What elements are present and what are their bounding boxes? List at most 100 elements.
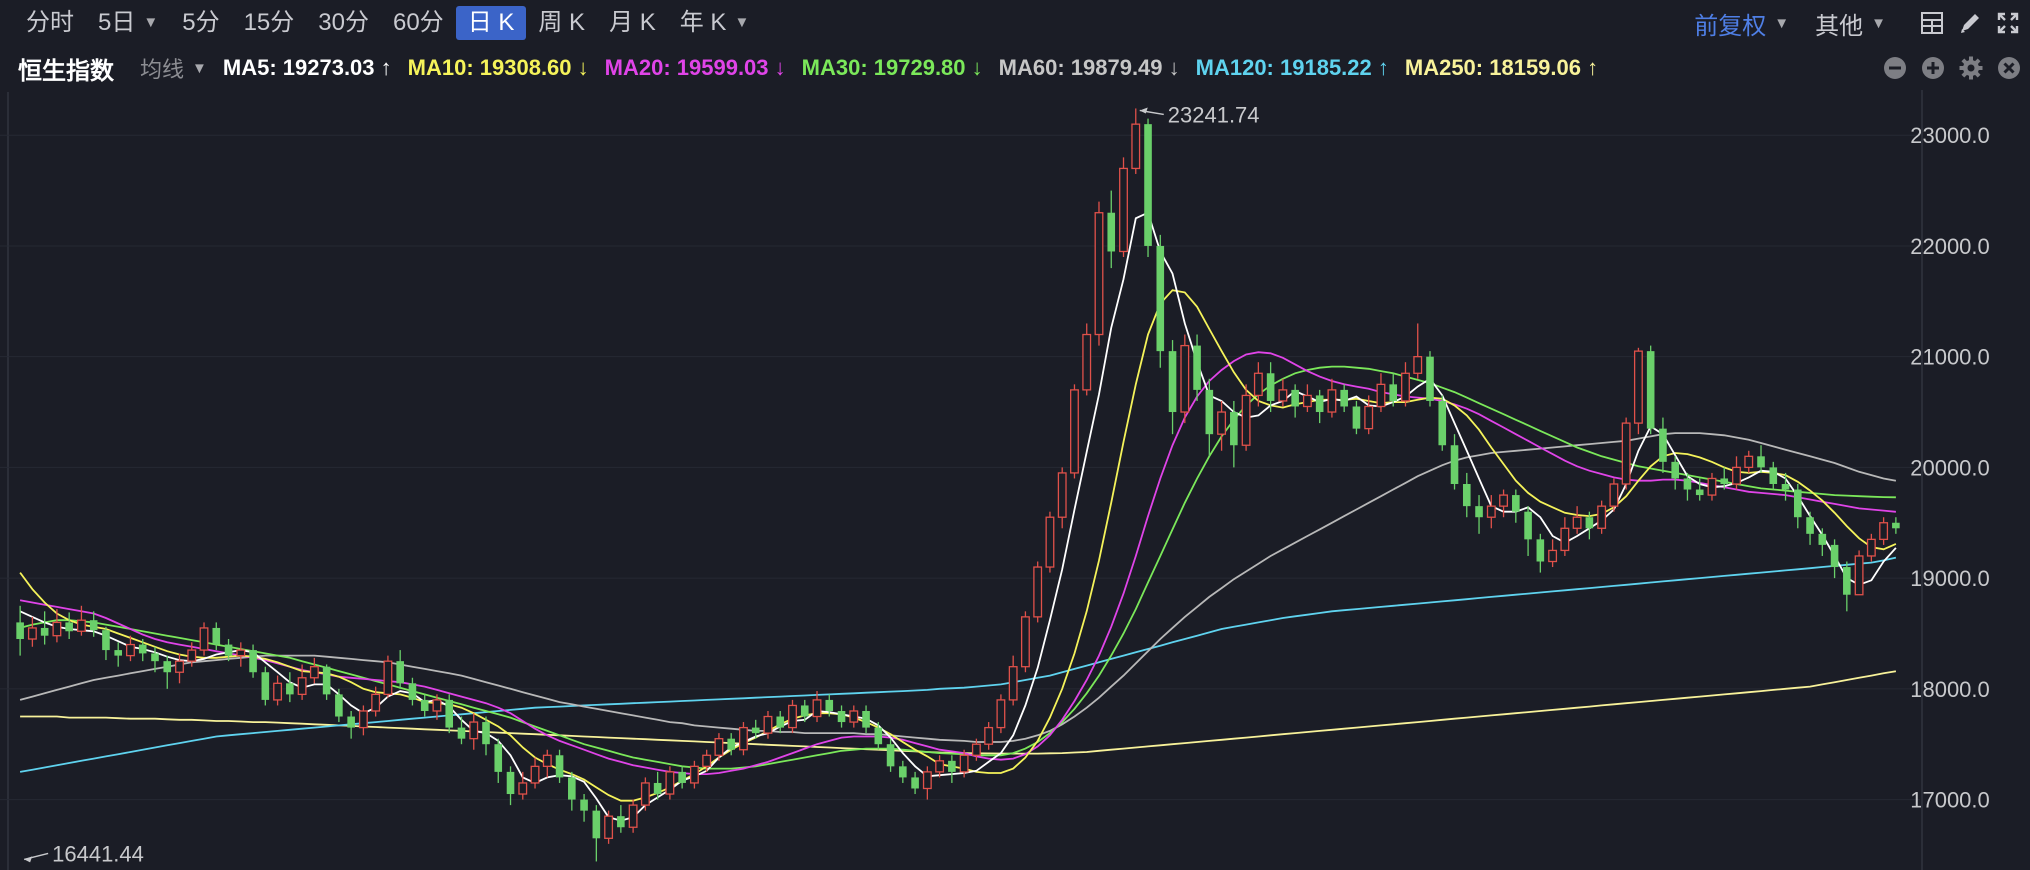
fullscreen-icon[interactable]: [1994, 9, 2022, 37]
candle-body-up: [76, 619, 86, 632]
candle-body-down: [1512, 495, 1520, 512]
candle-body-down: [1646, 351, 1655, 429]
candle-body-down: [837, 710, 846, 723]
candle-body-up: [518, 782, 528, 795]
ma-line-ma20: [19, 351, 1896, 775]
plus-circle-icon[interactable]: [1920, 55, 1946, 81]
candle-body-up: [1866, 538, 1876, 557]
candle-body-down: [751, 727, 760, 734]
candle-body-up: [996, 699, 1006, 729]
adjust-dropdown[interactable]: 前复权 ▼: [1694, 6, 1789, 41]
candle-body-down: [89, 620, 98, 631]
candle-body-down: [249, 650, 257, 673]
candle-body-down: [555, 755, 564, 778]
candle-body-up: [1732, 466, 1741, 485]
candle-body-down: [678, 771, 686, 783]
ma-value-5: MA120: 19185.22 ↑: [1195, 55, 1389, 80]
tab-period-1[interactable]: 5日 ▼: [86, 6, 170, 40]
chevron-down-icon: ▼: [1774, 14, 1790, 32]
candle-body-up: [971, 743, 981, 756]
candle-body-down: [506, 771, 515, 795]
candle-body-up: [1033, 566, 1043, 618]
chevron-down-icon: ▼: [192, 59, 207, 77]
indicator-controls: [1870, 48, 2022, 88]
candle-body-down: [1144, 124, 1152, 246]
candle-body-down: [396, 661, 404, 684]
candle-body-up: [1548, 549, 1558, 563]
tab-period-0[interactable]: 分时: [14, 6, 86, 40]
ma-value-6: MA250: 18159.06 ↑: [1404, 55, 1599, 80]
layout-grid-icon[interactable]: [1918, 9, 1946, 37]
candle-body-down: [1683, 478, 1692, 490]
candle-body-down: [899, 766, 907, 778]
tab-period-2[interactable]: 5分: [170, 6, 231, 40]
ma-value-3: MA30: 19729.80 ↓: [801, 55, 983, 80]
ma-selector[interactable]: 均线 ▼: [140, 52, 207, 84]
candle-body-down: [862, 710, 870, 728]
candle-body-down: [445, 699, 454, 728]
annotation-arrowhead: [1139, 107, 1148, 114]
candle-body-down: [114, 650, 123, 656]
minus-circle-icon[interactable]: [1882, 55, 1908, 81]
candle-body-down: [1426, 356, 1434, 401]
candle-body-down: [1315, 395, 1324, 413]
candle-body-down: [261, 672, 270, 700]
adjust-label: 前复权: [1694, 12, 1767, 40]
candle-body-up: [763, 715, 773, 734]
candlestick-chart[interactable]: 23000.022000.021000.020000.019000.018000…: [0, 90, 2030, 870]
candle-body-down: [212, 627, 221, 645]
candle-body-up: [27, 627, 37, 640]
candle-body-up: [542, 754, 552, 767]
tab-period-7[interactable]: 周 K: [526, 6, 597, 40]
candle-body-down: [825, 699, 834, 711]
candle-body-down: [1659, 428, 1667, 462]
candle-body-up: [1327, 389, 1337, 413]
chevron-down-icon: ▼: [734, 14, 750, 31]
candle-body-up: [1609, 483, 1619, 507]
candle-body-down: [286, 683, 294, 695]
candle-body-down: [1291, 389, 1299, 407]
candle-body-down: [1340, 389, 1348, 407]
candle-body-up: [849, 710, 859, 723]
candle-body-down: [1769, 467, 1778, 484]
candle-body-down: [1389, 384, 1398, 401]
candle-body-down: [592, 810, 601, 839]
candle-body-down: [102, 630, 110, 651]
tab-period-4[interactable]: 30分: [306, 6, 381, 40]
tab-label: 年 K: [679, 9, 727, 36]
candle-body-down: [1193, 345, 1201, 390]
candle-body-up: [1131, 123, 1141, 170]
candle-body-down: [1205, 389, 1214, 435]
candle-body-down: [1107, 212, 1116, 252]
candle-body-down: [65, 622, 73, 632]
ma-value-4: MA60: 19879.49 ↓: [998, 55, 1180, 80]
candle-body-up: [273, 682, 283, 701]
tab-period-9[interactable]: 年 K ▼: [668, 6, 762, 40]
candle-body-up: [1057, 472, 1067, 518]
candle-body-up: [1094, 212, 1104, 336]
other-dropdown[interactable]: 其他 ▼: [1815, 6, 1886, 41]
candle-body-up: [628, 804, 638, 828]
candle-body-up: [1560, 527, 1570, 552]
tab-period-8[interactable]: 月 K: [597, 6, 668, 40]
tab-period-3[interactable]: 15分: [232, 6, 307, 40]
candle-body-down: [800, 705, 809, 717]
candle-body-down: [1168, 351, 1177, 413]
candle-body-down: [1818, 533, 1827, 545]
gear-icon[interactable]: [1958, 55, 1984, 81]
candle-body-up: [1707, 477, 1717, 496]
pen-draw-icon[interactable]: [1956, 9, 1984, 37]
candle-body-up: [788, 704, 797, 729]
candle-body-up: [1597, 505, 1607, 529]
candle-body-up: [604, 815, 614, 839]
close-circle-icon[interactable]: [1996, 55, 2022, 81]
candle-body-up: [959, 754, 969, 773]
period-tabs: 分时 5日 ▼ 5分 15分 30分 60分日 K 周 K 月 K 年 K ▼: [0, 0, 761, 46]
candle-body-up: [702, 754, 712, 767]
tab-period-5[interactable]: 60分: [381, 6, 456, 40]
tab-period-6[interactable]: 日 K: [455, 6, 527, 40]
candle-body-up: [187, 649, 197, 662]
candle-body-up: [1854, 555, 1864, 596]
candle-body-down: [1806, 517, 1814, 534]
candle-body-up: [640, 782, 650, 806]
